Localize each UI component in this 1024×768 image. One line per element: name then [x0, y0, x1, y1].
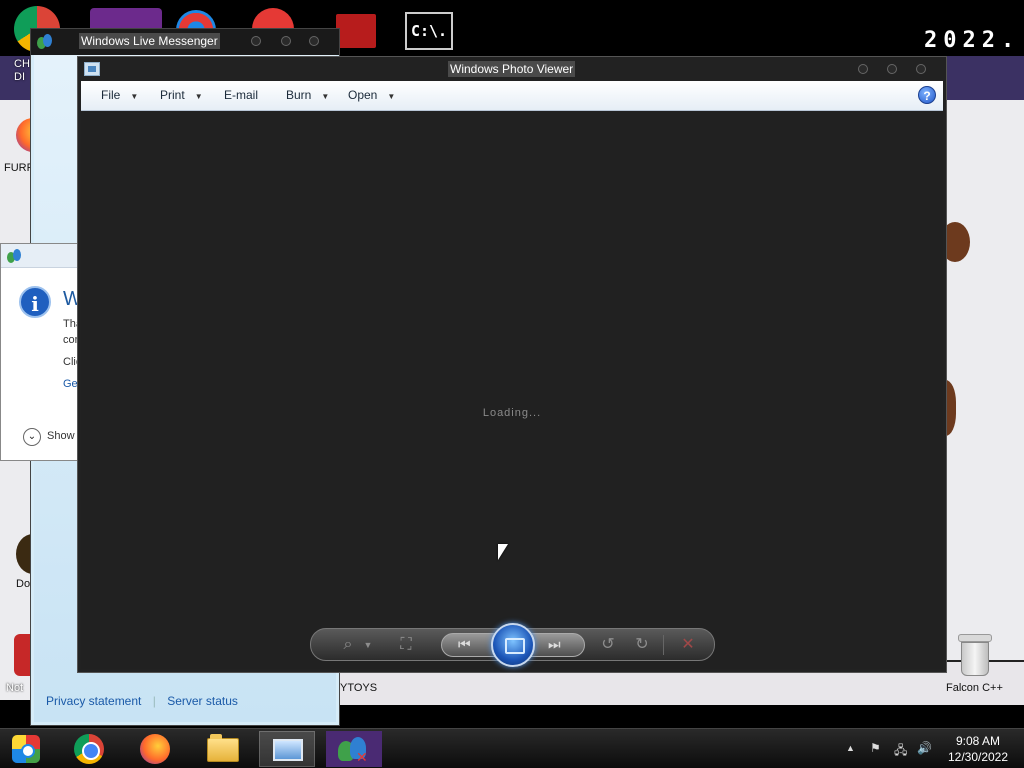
photo-viewer-toolbar: File ▼ Print ▼ E-mail Burn ▼ Open ▼ ? [81, 81, 943, 111]
close-button[interactable] [916, 64, 926, 74]
info-dialog: i W Tha con Clic Ge ⌄ Show [0, 243, 82, 461]
minimize-button[interactable] [858, 64, 868, 74]
app-desktop-icon[interactable] [336, 14, 376, 48]
photo-viewer-title: Windows Photo Viewer [448, 61, 576, 77]
burn-menu-label: Burn [286, 88, 312, 102]
show-details-label[interactable]: Show [47, 430, 75, 442]
clock-date: 12/30/2022 [947, 750, 1009, 764]
desktop-icon-label-do: Do [16, 578, 31, 590]
firefox-icon [140, 734, 170, 764]
taskbar-messenger[interactable]: ✕ [326, 731, 382, 767]
desktop-year-text: 2022. [924, 28, 1021, 53]
open-menu[interactable]: Open ▼ [348, 88, 395, 102]
caret-down-icon: ▼ [321, 92, 330, 101]
photo-viewer-app-icon [84, 62, 100, 76]
maximize-button[interactable] [887, 64, 897, 74]
zoom-icon[interactable]: ⌕ [337, 635, 359, 655]
open-menu-label: Open [348, 88, 378, 102]
volume-icon[interactable]: 🔊 [917, 741, 932, 755]
file-menu-label: File [101, 88, 121, 102]
mouse-cursor-icon [498, 544, 508, 560]
print-menu-label: Print [160, 88, 185, 102]
info-icon: i [19, 286, 51, 318]
taskbar-photo-viewer[interactable] [259, 731, 315, 767]
taskbar-explorer[interactable] [194, 731, 250, 767]
desktop-icon-label-ytoys: YTOYS [340, 682, 378, 694]
taskbar: ✕ ▲ ⚑ 🖧 🔊 9:08 AM 12/30/2022 [0, 728, 1024, 768]
caret-down-icon: ▼ [194, 92, 203, 101]
file-menu[interactable]: File ▼ [101, 88, 138, 102]
taskbar-firefox[interactable] [126, 731, 182, 767]
network-icon[interactable]: 🖧 [894, 741, 907, 762]
desktop-icon-label-falcon: Falcon C++ [946, 682, 1003, 694]
burn-menu[interactable]: Burn ▼ [286, 88, 329, 102]
photo-viewer-window: Windows Photo Viewer File ▼ Print ▼ E-mail… [77, 56, 947, 673]
desktop-icon-label-not: Not [6, 682, 24, 694]
rotate-counterclockwise-icon[interactable]: ↺ [597, 635, 619, 655]
delete-icon[interactable]: ✕ [677, 635, 699, 655]
action-center-flag-icon[interactable]: ⚑ [870, 741, 881, 755]
chevron-down-icon[interactable]: ⌄ [23, 428, 41, 446]
system-clock[interactable]: 9:08 AM 12/30/2022 [938, 733, 1018, 765]
rotate-clockwise-icon[interactable]: ↻ [631, 635, 653, 655]
photo-viewer-icon [273, 739, 303, 761]
previous-button[interactable]: ⏮ [441, 633, 497, 657]
zoom-dropdown-icon[interactable]: ▼ [357, 635, 379, 655]
chrome-icon [74, 734, 104, 764]
show-hidden-icons-icon[interactable]: ▲ [846, 743, 855, 753]
maximize-button[interactable] [281, 36, 291, 46]
recycle-bin-can [961, 642, 989, 676]
caret-down-icon: ▼ [130, 92, 139, 101]
photo-viewer-titlebar[interactable]: Windows Photo Viewer [78, 57, 946, 81]
messenger-app-icon [37, 34, 53, 50]
controls-divider [663, 635, 664, 655]
messenger-footer: Privacy statement | Server status [46, 694, 246, 708]
messenger-small-icon [7, 249, 23, 263]
server-status-link[interactable]: Server status [167, 694, 238, 708]
recycle-bin-lid [958, 634, 992, 642]
command-prompt-desktop-icon[interactable]: C:\. [405, 12, 453, 50]
slideshow-button[interactable] [491, 623, 535, 667]
messenger-icon: ✕ [338, 737, 368, 765]
desktop-icon-label-di: DI [14, 71, 25, 83]
folder-icon [207, 734, 239, 762]
caret-down-icon: ▼ [387, 92, 396, 101]
messenger-titlebar[interactable]: Windows Live Messenger [31, 29, 339, 55]
clock-time: 9:08 AM [955, 734, 1001, 748]
messenger-title: Windows Live Messenger [79, 33, 220, 49]
playback-controls: ⌕ ▼ ⛶ ⏮ ⏭ ↺ ↻ ✕ [310, 623, 715, 667]
previous-icon: ⏮ [458, 636, 471, 652]
next-icon: ⏭ [548, 636, 561, 652]
loading-status: Loading... [482, 407, 542, 419]
dialog-titlebar[interactable] [1, 244, 79, 268]
close-button[interactable] [309, 36, 319, 46]
recycle-bin-icon[interactable] [955, 632, 995, 678]
print-menu[interactable]: Print ▼ [160, 88, 203, 102]
footer-separator: | [152, 694, 156, 708]
start-button[interactable] [8, 731, 44, 767]
actual-size-icon[interactable]: ⛶ [395, 635, 417, 655]
dialog-link[interactable]: Ge [63, 378, 78, 390]
minimize-button[interactable] [251, 36, 261, 46]
next-button[interactable]: ⏭ [529, 633, 585, 657]
email-button-label: E-mail [224, 88, 259, 102]
start-orb-icon [12, 735, 40, 763]
command-prompt-icon-text: C:\. [410, 22, 448, 40]
image-canvas: Loading... [81, 111, 943, 669]
taskbar-chrome[interactable] [60, 731, 116, 767]
email-button[interactable]: E-mail [224, 88, 258, 102]
privacy-statement-link[interactable]: Privacy statement [46, 694, 141, 708]
help-icon[interactable]: ? [918, 86, 936, 104]
